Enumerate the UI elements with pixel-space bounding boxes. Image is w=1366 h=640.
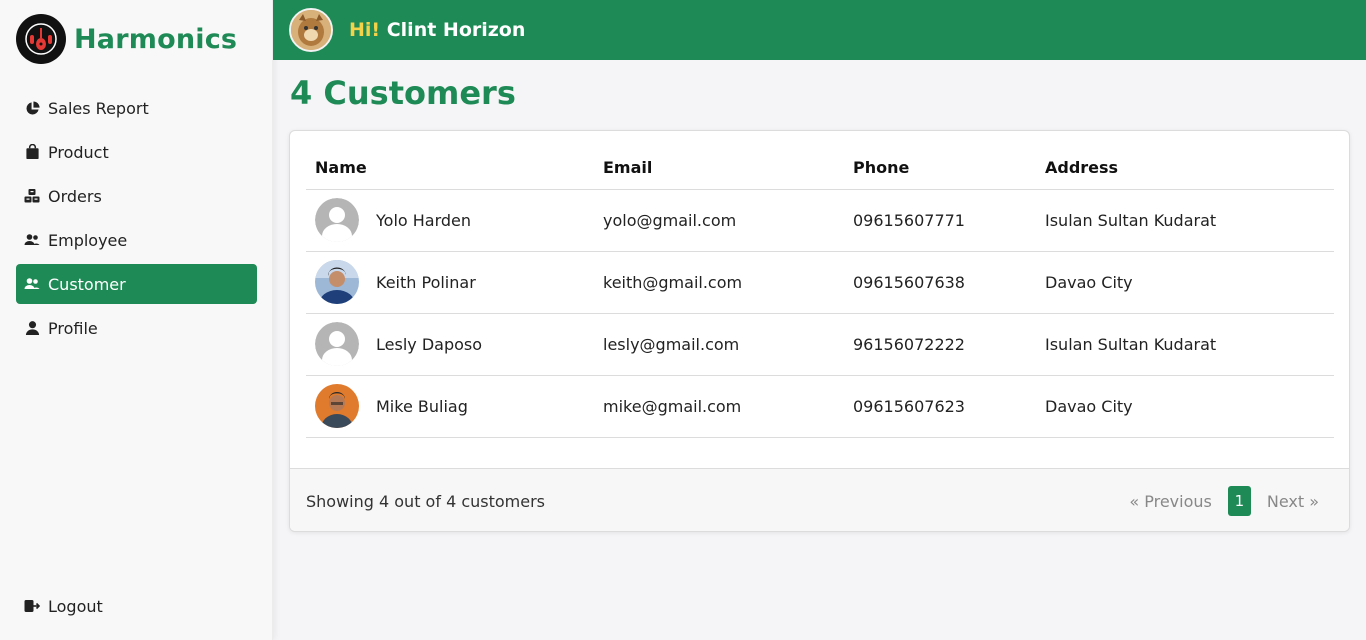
customer-phone: 09615607771 bbox=[844, 189, 1036, 252]
customer-address: Isulan Sultan Kudarat bbox=[1036, 189, 1334, 252]
column-header-name: Name bbox=[306, 147, 594, 190]
table-row[interactable]: Mike Buliag mike@gmail.com 09615607623 D… bbox=[306, 375, 1334, 438]
showing-count: Showing 4 out of 4 customers bbox=[306, 491, 546, 511]
boxes-icon bbox=[24, 188, 40, 204]
sidebar-nav: Sales Report Product Orders Employee Cus… bbox=[16, 88, 257, 352]
page-title: 4 Customers bbox=[290, 74, 516, 112]
customer-email: lesly@gmail.com bbox=[594, 313, 844, 376]
brand-name: Harmonics bbox=[74, 23, 238, 55]
customers-table: Name Email Phone Address Yolo Harden yol… bbox=[306, 147, 1334, 438]
name-cell: Lesly Daposo bbox=[306, 313, 594, 376]
greeting-hi: Hi! bbox=[349, 19, 381, 41]
previous-page-link[interactable]: « Previous bbox=[1129, 492, 1212, 511]
customer-address: Isulan Sultan Kudarat bbox=[1036, 313, 1334, 376]
logout-icon bbox=[24, 598, 40, 614]
customer-email: mike@gmail.com bbox=[594, 375, 844, 438]
customer-name: Lesly Daposo bbox=[376, 334, 483, 354]
default-avatar-icon bbox=[315, 322, 359, 366]
sidebar: Harmonics Sales Report Product Orders Em… bbox=[0, 0, 273, 640]
people-icon bbox=[24, 276, 40, 292]
sidebar-item-profile[interactable]: Profile bbox=[16, 308, 257, 348]
column-header-phone: Phone bbox=[844, 147, 1036, 190]
sidebar-item-label: Profile bbox=[48, 318, 98, 338]
customers-card: Name Email Phone Address Yolo Harden yol… bbox=[289, 130, 1350, 532]
card-footer: Showing 4 out of 4 customers « Previous … bbox=[290, 468, 1349, 531]
logout-label: Logout bbox=[48, 596, 103, 616]
sidebar-item-customer[interactable]: Customer bbox=[16, 264, 257, 304]
name-cell: Mike Buliag bbox=[306, 375, 594, 438]
customer-name: Keith Polinar bbox=[376, 272, 476, 292]
logout-button[interactable]: Logout bbox=[16, 586, 257, 626]
table-row[interactable]: Yolo Harden yolo@gmail.com 09615607771 I… bbox=[306, 189, 1334, 252]
user-avatar[interactable] bbox=[289, 8, 333, 52]
column-header-address: Address bbox=[1036, 147, 1334, 190]
customer-address: Davao City bbox=[1036, 375, 1334, 438]
guitar-logo-icon bbox=[16, 14, 66, 64]
customer-name: Yolo Harden bbox=[376, 210, 472, 230]
name-cell: Yolo Harden bbox=[306, 189, 594, 252]
table-row[interactable]: Lesly Daposo lesly@gmail.com 96156072222… bbox=[306, 313, 1334, 376]
customer-phone: 09615607638 bbox=[844, 251, 1036, 314]
sidebar-item-sales-report[interactable]: Sales Report bbox=[16, 88, 257, 128]
customer-email: yolo@gmail.com bbox=[594, 189, 844, 252]
photo-avatar bbox=[315, 384, 359, 428]
name-cell: Keith Polinar bbox=[306, 251, 594, 314]
photo-avatar bbox=[315, 260, 359, 304]
customer-name: Mike Buliag bbox=[376, 396, 468, 416]
shopping-bag-icon bbox=[24, 144, 40, 160]
customer-phone: 96156072222 bbox=[844, 313, 1036, 376]
customer-email: keith@gmail.com bbox=[594, 251, 844, 314]
sidebar-item-label: Sales Report bbox=[48, 98, 149, 118]
sidebar-item-label: Employee bbox=[48, 230, 128, 250]
greeting-user-name: Clint Horizon bbox=[386, 19, 526, 41]
pagination: « Previous 1 Next » bbox=[1129, 486, 1335, 516]
sidebar-item-label: Product bbox=[48, 142, 109, 162]
customer-phone: 09615607623 bbox=[844, 375, 1036, 438]
person-icon bbox=[24, 320, 40, 336]
people-icon bbox=[24, 232, 40, 248]
table-header-row: Name Email Phone Address bbox=[306, 147, 1334, 190]
default-avatar-icon bbox=[315, 198, 359, 242]
sidebar-item-product[interactable]: Product bbox=[16, 132, 257, 172]
sidebar-item-label: Customer bbox=[48, 274, 126, 294]
top-bar: Hi! Clint Horizon bbox=[273, 0, 1366, 60]
brand[interactable]: Harmonics bbox=[16, 14, 237, 64]
sidebar-item-label: Orders bbox=[48, 186, 102, 206]
column-header-email: Email bbox=[594, 147, 844, 190]
page-1-button[interactable]: 1 bbox=[1227, 486, 1251, 516]
table-row[interactable]: Keith Polinar keith@gmail.com 0961560763… bbox=[306, 251, 1334, 314]
next-page-link[interactable]: Next » bbox=[1267, 492, 1319, 511]
sidebar-item-orders[interactable]: Orders bbox=[16, 176, 257, 216]
greeting: Hi! Clint Horizon bbox=[349, 19, 525, 41]
pie-chart-icon bbox=[24, 100, 40, 116]
sidebar-item-employee[interactable]: Employee bbox=[16, 220, 257, 260]
customer-address: Davao City bbox=[1036, 251, 1334, 314]
